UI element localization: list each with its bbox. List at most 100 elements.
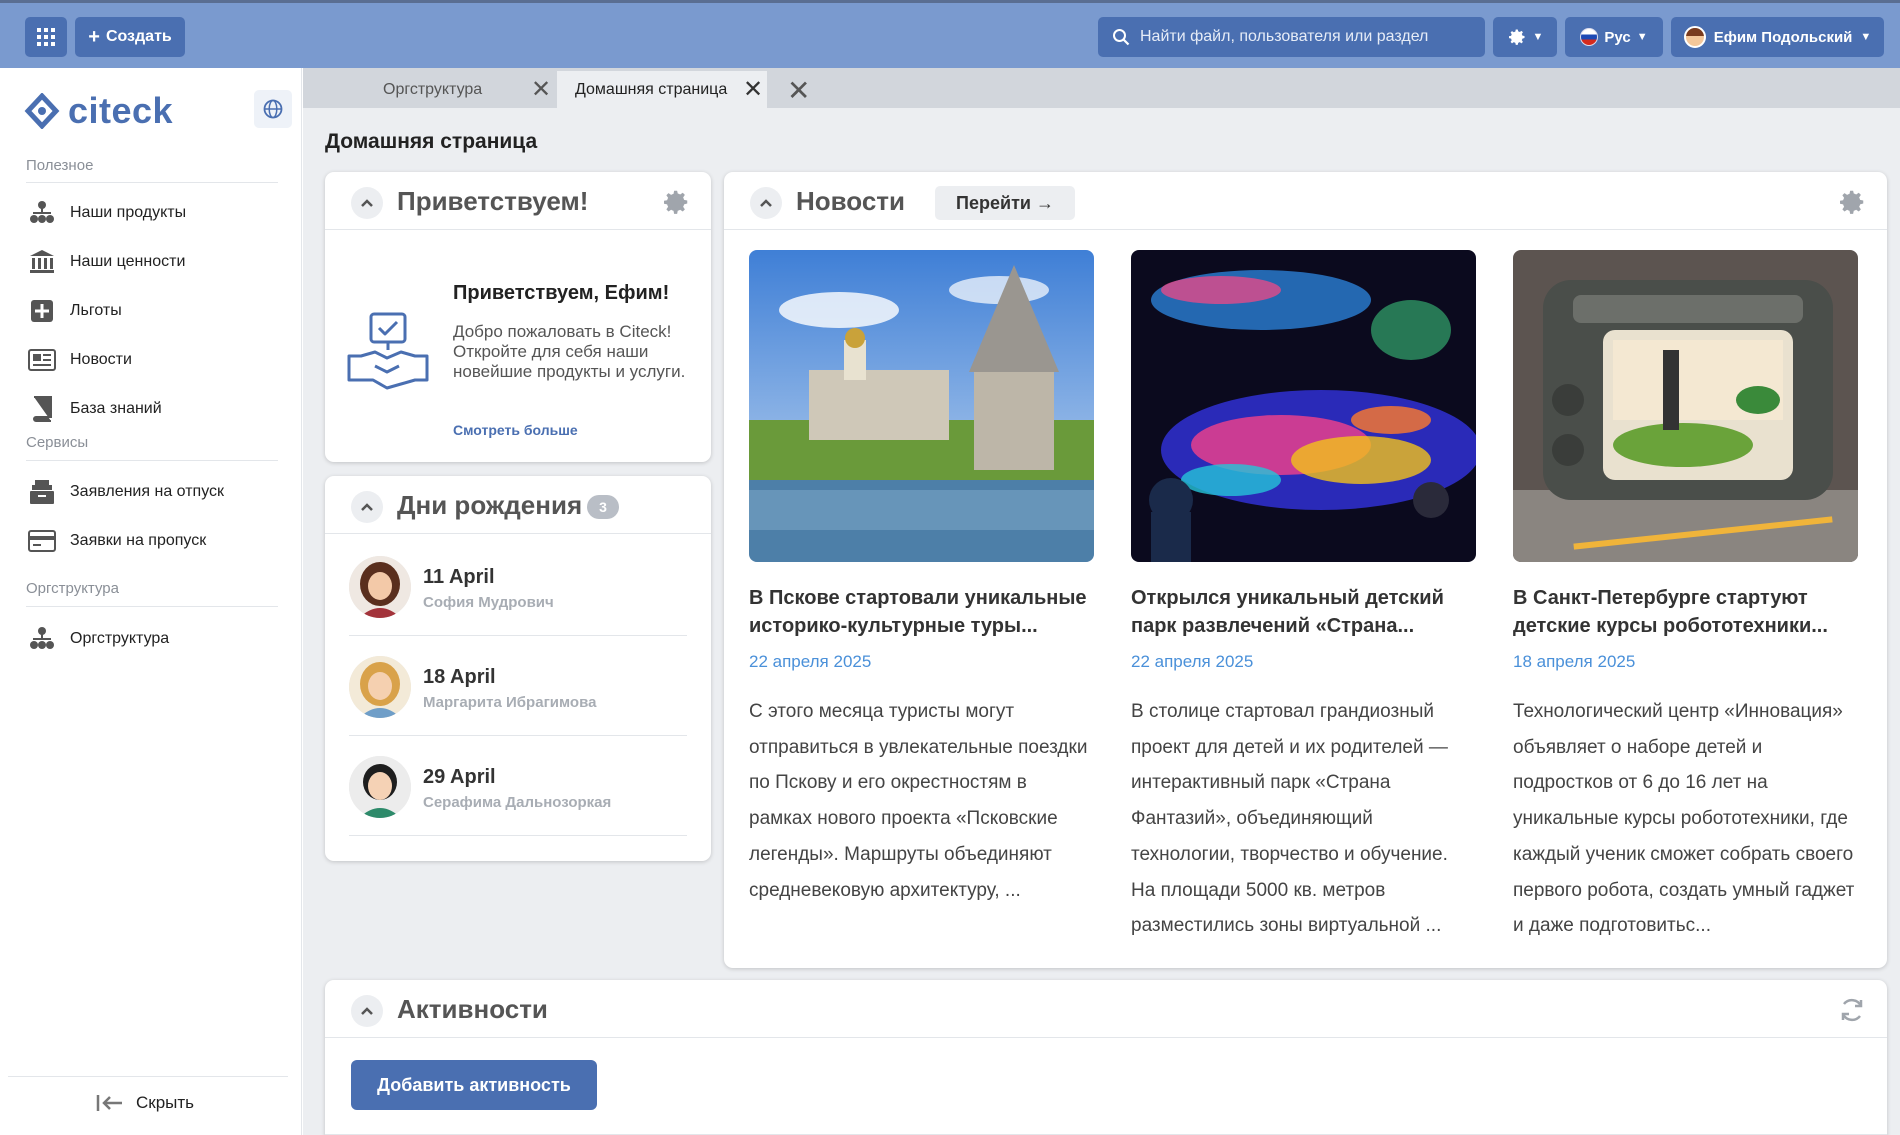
tab-orgstructure[interactable]: Оргструктура ✕	[383, 71, 553, 108]
sidebar-item-label: Заявления на отпуск	[70, 483, 225, 500]
user-menu-button[interactable]: Ефим Подольский ▼	[1671, 17, 1884, 57]
section-label: Оргструктура	[26, 580, 119, 597]
news-date: 22 апреля 2025	[749, 652, 872, 671]
news-date: 18 апреля 2025	[1513, 652, 1636, 671]
logo-text: citeck	[68, 90, 174, 131]
chevron-up-icon	[361, 503, 373, 511]
collapse-button[interactable]	[351, 187, 383, 219]
list-item[interactable]: 18 April Маргарита Ибрагимова	[349, 636, 687, 736]
add-activity-button[interactable]: Добавить активность	[351, 1060, 597, 1110]
birthday-date: 11 April	[423, 566, 495, 588]
refresh-icon[interactable]	[1837, 995, 1867, 1025]
sidebar-item-benefits[interactable]: Льготы	[28, 295, 288, 327]
news-image-park[interactable]	[1131, 250, 1476, 562]
create-button[interactable]: + Создать	[75, 17, 185, 57]
sidebar-item-orgstructure[interactable]: Оргструктура	[28, 623, 288, 655]
card-icon	[28, 527, 56, 555]
sidebar-item-knowledge-base[interactable]: База знаний	[28, 393, 288, 425]
settings-menu-button[interactable]: ▼	[1493, 17, 1557, 57]
widget-header: Активности	[325, 980, 1887, 1038]
sidebar: citeck Полезное Наши продукты Наши ценно…	[0, 68, 302, 1135]
user-name: Ефим Подольский	[1713, 28, 1853, 46]
widget-title: Дни рождения	[397, 490, 583, 520]
tab-label: Домашняя страница	[575, 80, 728, 98]
collapse-button[interactable]	[750, 187, 782, 219]
activities-widget: Активности Добавить активность	[325, 980, 1887, 1135]
news-date: 22 апреля 2025	[1131, 652, 1254, 671]
sidebar-item-label: База знаний	[70, 400, 162, 417]
org-tree-icon	[28, 625, 56, 653]
top-bar: + Создать ▼ Рус ▼ Ефим Подольский ▼	[0, 0, 1900, 68]
sidebar-item-label: Льготы	[70, 302, 122, 319]
birthdays-widget: Дни рождения 3 11 April София Мудрович 1…	[325, 476, 711, 861]
divider	[26, 460, 278, 461]
globe-button[interactable]	[254, 90, 292, 128]
close-all-tabs-icon[interactable]: ✕	[787, 74, 810, 107]
collapse-button[interactable]	[351, 491, 383, 523]
book-icon	[28, 395, 56, 423]
widget-title: Приветствуем!	[397, 186, 589, 216]
sidebar-item-label: Наши продукты	[70, 204, 187, 221]
collapse-button[interactable]	[351, 995, 383, 1027]
main-area: Оргструктура ✕ Домашняя страница ✕ ✕ Дом…	[303, 68, 1900, 1135]
see-more-link[interactable]: Смотреть больше	[453, 422, 578, 438]
divider	[8, 1076, 288, 1077]
news-widget: Новости Перейти → В Пскове стартовали ун…	[724, 172, 1887, 968]
language-select[interactable]: Рус ▼	[1565, 17, 1663, 57]
globe-icon	[263, 99, 283, 119]
list-item[interactable]: 11 April София Мудрович	[349, 536, 687, 636]
divider	[26, 182, 278, 183]
gear-icon[interactable]	[661, 187, 691, 217]
news-title[interactable]: В Санкт-Петербурге стартуют детские курс…	[1513, 584, 1858, 640]
search-input[interactable]	[1140, 28, 1470, 46]
sidebar-item-label: Наши ценности	[70, 253, 186, 270]
news-title[interactable]: В Пскове стартовали уникальные историко-…	[749, 584, 1094, 640]
sidebar-item-pass-requests[interactable]: Заявки на пропуск	[28, 525, 288, 557]
close-icon[interactable]: ✕	[531, 75, 551, 104]
news-image-robotics[interactable]	[1513, 250, 1858, 562]
hide-sidebar-button[interactable]: Скрыть	[96, 1093, 194, 1113]
language-label: Рус	[1604, 28, 1631, 46]
news-text: Технологический центр «Инновация» объявл…	[1513, 701, 1855, 937]
gear-icon[interactable]	[1837, 187, 1867, 217]
widget-title: Активности	[397, 994, 548, 1024]
close-icon[interactable]: ✕	[743, 75, 763, 104]
news-text: С этого месяца туристы могут отправиться…	[749, 701, 1088, 901]
russia-flag-icon	[1580, 28, 1599, 46]
tab-label: Оргструктура	[383, 80, 483, 98]
birthday-date: 18 April	[423, 666, 496, 688]
avatar	[349, 756, 411, 818]
chevron-down-icon: ▼	[1532, 31, 1544, 43]
tab-home[interactable]: Домашняя страница ✕	[557, 71, 767, 108]
search-icon	[1113, 29, 1130, 46]
sidebar-item-products[interactable]: Наши продукты	[28, 197, 288, 229]
list-item[interactable]: 29 April Серафима Дальнозоркая	[349, 736, 687, 836]
logo[interactable]: citeck	[24, 90, 173, 132]
handshake-monitor-icon	[347, 312, 429, 390]
sidebar-item-label: Новости	[70, 351, 132, 368]
news-text: В столице стартовал грандиозный проект д…	[1131, 701, 1448, 937]
create-button-label: Создать	[105, 28, 172, 45]
welcome-text: Добро пожаловать в Citeck! Откройте для …	[453, 322, 686, 381]
section-label: Сервисы	[26, 434, 89, 451]
org-tree-icon	[28, 199, 56, 227]
news-title[interactable]: Открылся уникальный детский парк развлеч…	[1131, 584, 1476, 640]
sidebar-item-vacation-requests[interactable]: Заявления на отпуск	[28, 476, 288, 508]
sidebar-item-values[interactable]: Наши ценности	[28, 246, 288, 278]
sidebar-item-label: Оргструктура	[70, 630, 170, 647]
goto-news-button[interactable]: Перейти →	[935, 186, 1075, 220]
count-badge: 3	[587, 495, 619, 519]
widget-title: Новости	[796, 186, 906, 216]
sidebar-item-news[interactable]: Новости	[28, 344, 288, 376]
search-box[interactable]	[1098, 17, 1485, 57]
section-label: Полезное	[26, 157, 94, 174]
tab-bar: Оргструктура ✕ Домашняя страница ✕ ✕	[303, 68, 1900, 108]
citeck-logo-icon	[24, 93, 60, 129]
collapse-left-icon	[96, 1095, 122, 1111]
bank-icon	[28, 248, 56, 276]
news-image-fortress[interactable]	[749, 250, 1094, 562]
apps-menu-button[interactable]	[25, 17, 67, 57]
newspaper-icon	[28, 346, 56, 374]
avatar	[349, 656, 411, 718]
plus-square-icon	[28, 297, 56, 325]
